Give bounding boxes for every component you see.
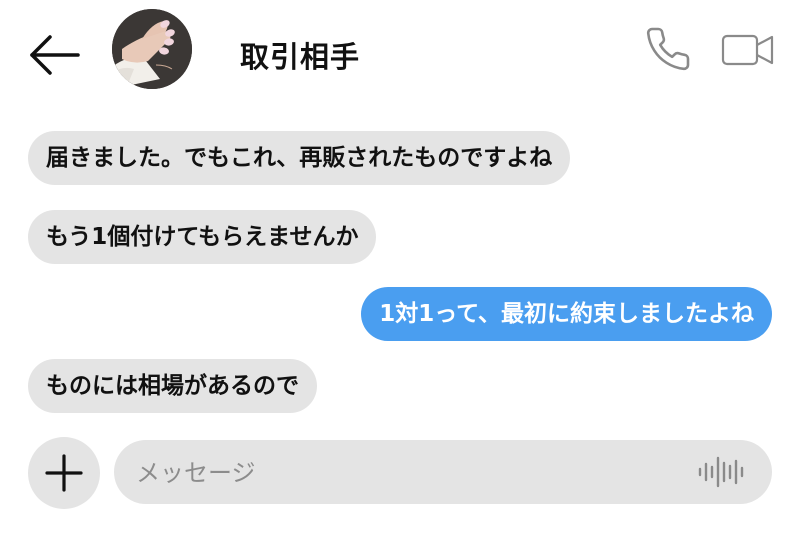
- video-call-button[interactable]: [720, 30, 776, 70]
- plus-icon: [45, 454, 83, 492]
- voice-input-button[interactable]: [696, 452, 748, 492]
- message-outgoing[interactable]: 1対1って、最初に約束しましたよね: [361, 287, 772, 341]
- add-attachment-button[interactable]: [28, 437, 100, 509]
- message-incoming[interactable]: もう1個付けてもらえませんか: [28, 210, 377, 264]
- message-incoming[interactable]: 届きました。でもこれ、再販されたものですよね: [28, 131, 571, 185]
- audio-waveform-icon: [698, 456, 744, 488]
- arrow-left-icon: [30, 35, 80, 75]
- chat-header: 取引相手: [0, 0, 800, 105]
- chat-screen: 取引相手 届きました。でもこれ、再販されたものですよね もう1個付けてもらえませ…: [0, 0, 800, 533]
- hand-nails-avatar-image: [112, 9, 192, 89]
- contact-name: 取引相手: [240, 40, 361, 74]
- back-button[interactable]: [26, 32, 82, 78]
- video-camera-icon: [721, 34, 774, 66]
- message-incoming[interactable]: ものには相場があるので: [28, 359, 317, 413]
- phone-icon: [646, 27, 690, 71]
- message-input[interactable]: [134, 440, 678, 506]
- avatar[interactable]: [112, 9, 192, 89]
- message-composer: [114, 440, 772, 506]
- voice-call-button[interactable]: [644, 25, 692, 73]
